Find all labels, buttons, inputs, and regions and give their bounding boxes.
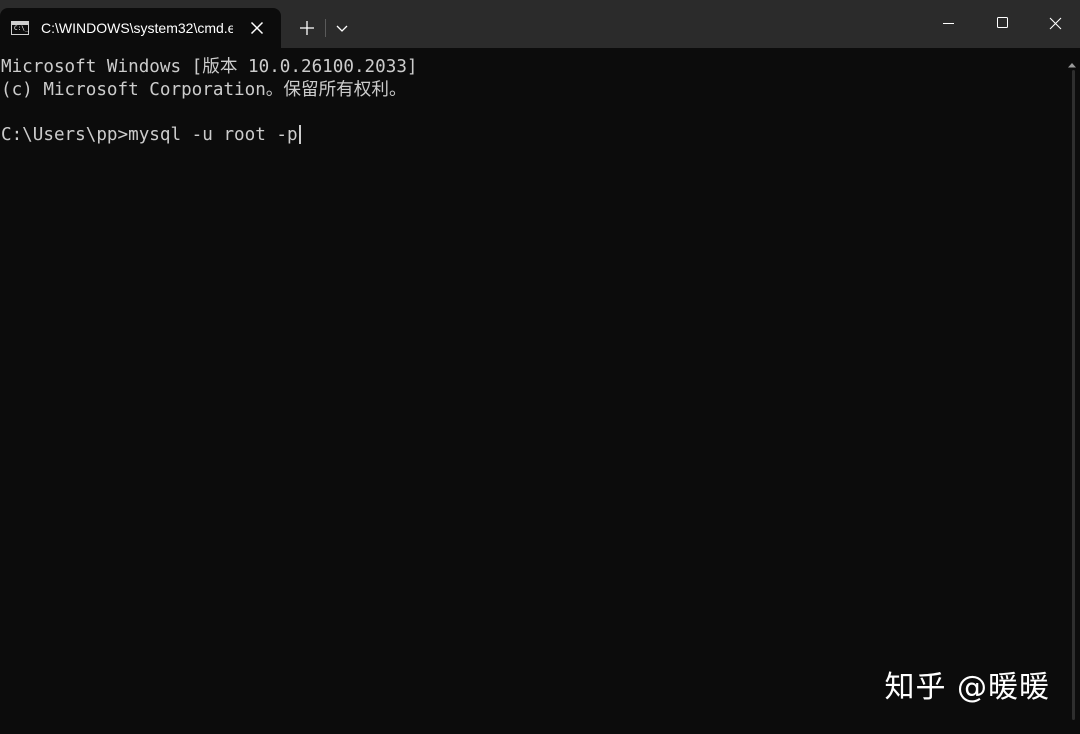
chevron-down-icon bbox=[336, 25, 348, 32]
scrollbar-track[interactable] bbox=[1072, 70, 1075, 720]
tab-separator bbox=[325, 19, 326, 37]
close-tab-button[interactable] bbox=[245, 17, 269, 39]
terminal-output[interactable]: Microsoft Windows [版本 10.0.26100.2033] (… bbox=[0, 48, 1064, 734]
new-tab-button[interactable] bbox=[293, 14, 321, 42]
minimize-icon bbox=[943, 23, 954, 24]
command-text: C:\Users\pp>mysql -u root -p bbox=[1, 125, 298, 145]
terminal-window: C:\_ C:\WINDOWS\system32\cmd.exe Microso… bbox=[0, 0, 1080, 734]
close-icon bbox=[250, 21, 264, 35]
text-cursor bbox=[298, 125, 301, 144]
plus-icon bbox=[300, 21, 314, 35]
watermark: 知乎 @暖暖 bbox=[884, 670, 1050, 705]
prompt-line[interactable]: C:\Users\pp>mysql -u root -p bbox=[1, 124, 301, 146]
terminal-line: (c) Microsoft Corporation。保留所有权利。 bbox=[1, 80, 407, 100]
title-bar[interactable]: C:\_ C:\WINDOWS\system32\cmd.exe bbox=[0, 0, 1080, 48]
minimize-button[interactable] bbox=[922, 0, 976, 46]
close-window-button[interactable] bbox=[1030, 0, 1080, 46]
maximize-icon bbox=[997, 17, 1008, 28]
chevron-up-icon bbox=[1068, 63, 1076, 68]
tab-dropdown-button[interactable] bbox=[330, 14, 354, 42]
maximize-button[interactable] bbox=[976, 0, 1030, 46]
scroll-up-button[interactable] bbox=[1067, 56, 1077, 68]
tab-cmd[interactable]: C:\_ C:\WINDOWS\system32\cmd.exe bbox=[0, 8, 281, 48]
close-icon bbox=[1049, 17, 1062, 30]
cmd-icon: C:\_ bbox=[11, 21, 29, 35]
tab-title: C:\WINDOWS\system32\cmd.exe bbox=[41, 20, 233, 36]
terminal-line: Microsoft Windows [版本 10.0.26100.2033] bbox=[1, 57, 418, 77]
